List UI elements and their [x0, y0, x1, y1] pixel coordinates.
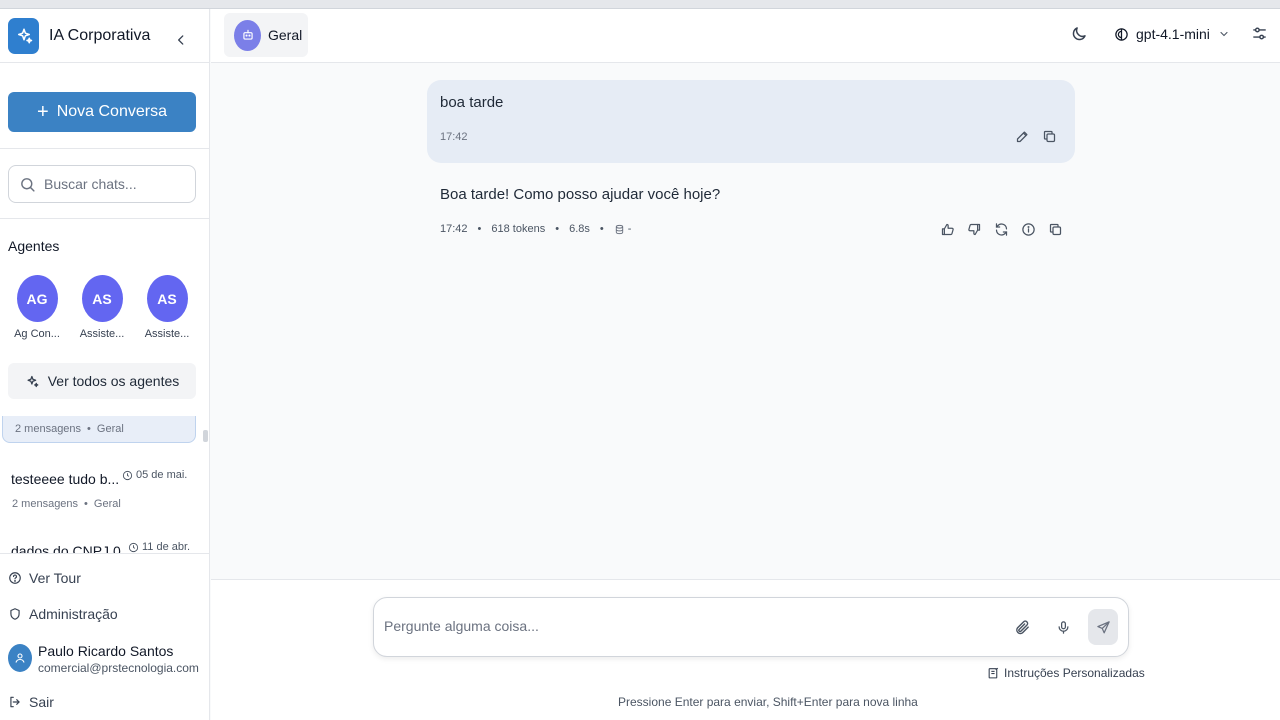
moon-icon[interactable] [1070, 25, 1088, 48]
search-box [8, 165, 196, 203]
app-title: IA Corporativa [49, 27, 151, 44]
new-chat-label: Nova Conversa [56, 103, 167, 120]
agent-item[interactable]: AS Assiste... [72, 275, 132, 340]
agent-avatar: AS [81, 275, 123, 322]
chat-item-active[interactable]: 2 mensagens • Geral [2, 416, 196, 443]
send-icon [1096, 620, 1110, 633]
edit-pencil-icon[interactable] [1015, 129, 1030, 149]
paperclip-icon[interactable] [1014, 619, 1031, 641]
admin-link[interactable]: Administração [8, 606, 118, 622]
custom-instructions-link[interactable]: Instruções Personalizadas [987, 666, 1145, 680]
clock-icon [128, 542, 139, 552]
chat-date: 05 de mai. [122, 469, 187, 481]
chat-date-text: 11 de abr. [142, 541, 191, 553]
copy-icon[interactable] [1042, 129, 1057, 149]
info-icon[interactable] [1015, 222, 1042, 237]
sliders-icon[interactable] [1251, 25, 1268, 47]
user-message-text: boa tarde [440, 94, 504, 111]
chat-meta: 2 mensagens • Geral [12, 498, 121, 510]
clock-icon [122, 470, 133, 480]
divider [0, 148, 210, 149]
browser-top-strip [0, 0, 1280, 9]
model-selector[interactable]: gpt-4.1-mini [1114, 26, 1230, 42]
regenerate-icon[interactable] [988, 222, 1015, 237]
user-name: Paulo Ricardo Santos [38, 643, 174, 659]
assistant-message-text: Boa tarde! Como posso ajudar você hoje? [440, 186, 721, 203]
agent-avatar: AG [16, 275, 58, 322]
notepad-icon [988, 667, 999, 679]
agent-avatar: AS [146, 275, 188, 322]
chat-date: 11 de abr. [128, 541, 190, 553]
view-all-agents-label: Ver todos os agentes [47, 373, 180, 389]
chevron-down-icon [1220, 31, 1228, 37]
admin-label: Administração [29, 606, 118, 622]
current-agent-chip[interactable]: Geral [224, 13, 308, 57]
chat-message-count: 2 mensagens [12, 498, 79, 510]
custom-instructions-label: Instruções Personalizadas [1004, 666, 1145, 680]
logout-label: Sair [29, 694, 54, 710]
shield-icon [10, 608, 20, 620]
response-duration: 6.8s [569, 223, 590, 235]
user-message-time: 17:42 [440, 131, 468, 143]
divider [0, 218, 210, 219]
search-icon [21, 177, 35, 192]
search-input[interactable] [44, 176, 184, 192]
microphone-icon[interactable] [1056, 619, 1071, 641]
user-icon [15, 653, 25, 663]
token-count: 618 tokens [491, 223, 546, 235]
message-input[interactable] [384, 618, 984, 634]
sparkles-logo-icon [8, 18, 39, 54]
chat-title: dados do CNPJ 0... [11, 543, 133, 553]
message-composer [373, 597, 1129, 657]
user-email: comercial@prstecnologia.com [38, 661, 199, 675]
database-value: - [627, 223, 632, 235]
tour-link[interactable]: Ver Tour [8, 570, 81, 586]
chat-agent: Geral [93, 498, 121, 510]
thumbs-up-icon[interactable] [934, 222, 961, 237]
logout-icon [10, 696, 20, 708]
agent-name: Assiste... [144, 328, 190, 340]
model-label: gpt-4.1-mini [1136, 26, 1210, 42]
logout-link[interactable]: Sair [8, 694, 54, 710]
plus-icon: + [37, 101, 49, 123]
divider [0, 62, 210, 63]
chat-list-scrollbar[interactable] [203, 430, 208, 442]
agent-item[interactable]: AG Ag Con... [7, 275, 67, 340]
sidebar: IA Corporativa + Nova Conversa Agentes A… [0, 9, 210, 720]
user-message-bubble: boa tarde 17:42 [427, 80, 1075, 163]
agent-item[interactable]: AS Assiste... [137, 275, 197, 340]
chat-agent: Geral [96, 423, 124, 435]
help-circle-icon [9, 572, 21, 584]
keyboard-hint: Pressione Enter para enviar, Shift+Enter… [618, 695, 918, 709]
chat-date-text: 05 de mai. [136, 469, 188, 481]
assistant-message-meta: 17:42 • 618 tokens • 6.8s • - [440, 223, 632, 235]
divider [0, 553, 210, 554]
current-agent-label: Geral [268, 27, 303, 43]
assistant-message-actions [934, 222, 1069, 237]
new-chat-button[interactable]: + Nova Conversa [8, 92, 196, 132]
model-logo-icon [1115, 27, 1128, 41]
chat-title: testeeee tudo b... [11, 471, 120, 487]
send-button[interactable] [1088, 609, 1118, 645]
chat-meta: 2 mensagens • Geral [15, 423, 124, 435]
assistant-message-time: 17:42 [440, 223, 468, 235]
agent-name: Ag Con... [14, 328, 60, 340]
chat-message-count: 2 mensagens [15, 423, 82, 435]
agents-heading: Agentes [8, 238, 60, 254]
user-avatar[interactable] [8, 644, 32, 672]
database-icon [615, 224, 623, 234]
sparkles-icon [27, 375, 39, 387]
view-all-agents-button[interactable]: Ver todos os agentes [8, 363, 196, 399]
thumbs-down-icon[interactable] [961, 222, 988, 237]
copy-icon[interactable] [1042, 222, 1069, 237]
bot-icon [234, 19, 261, 51]
agent-name: Assiste... [79, 328, 125, 340]
tour-label: Ver Tour [29, 570, 81, 586]
collapse-sidebar-chevron-left-icon[interactable] [172, 31, 190, 49]
top-header: Geral gpt-4.1-mini [211, 9, 1280, 63]
chat-list: 2 mensagens • Geral testeeee tudo b... 05 … [0, 416, 210, 553]
